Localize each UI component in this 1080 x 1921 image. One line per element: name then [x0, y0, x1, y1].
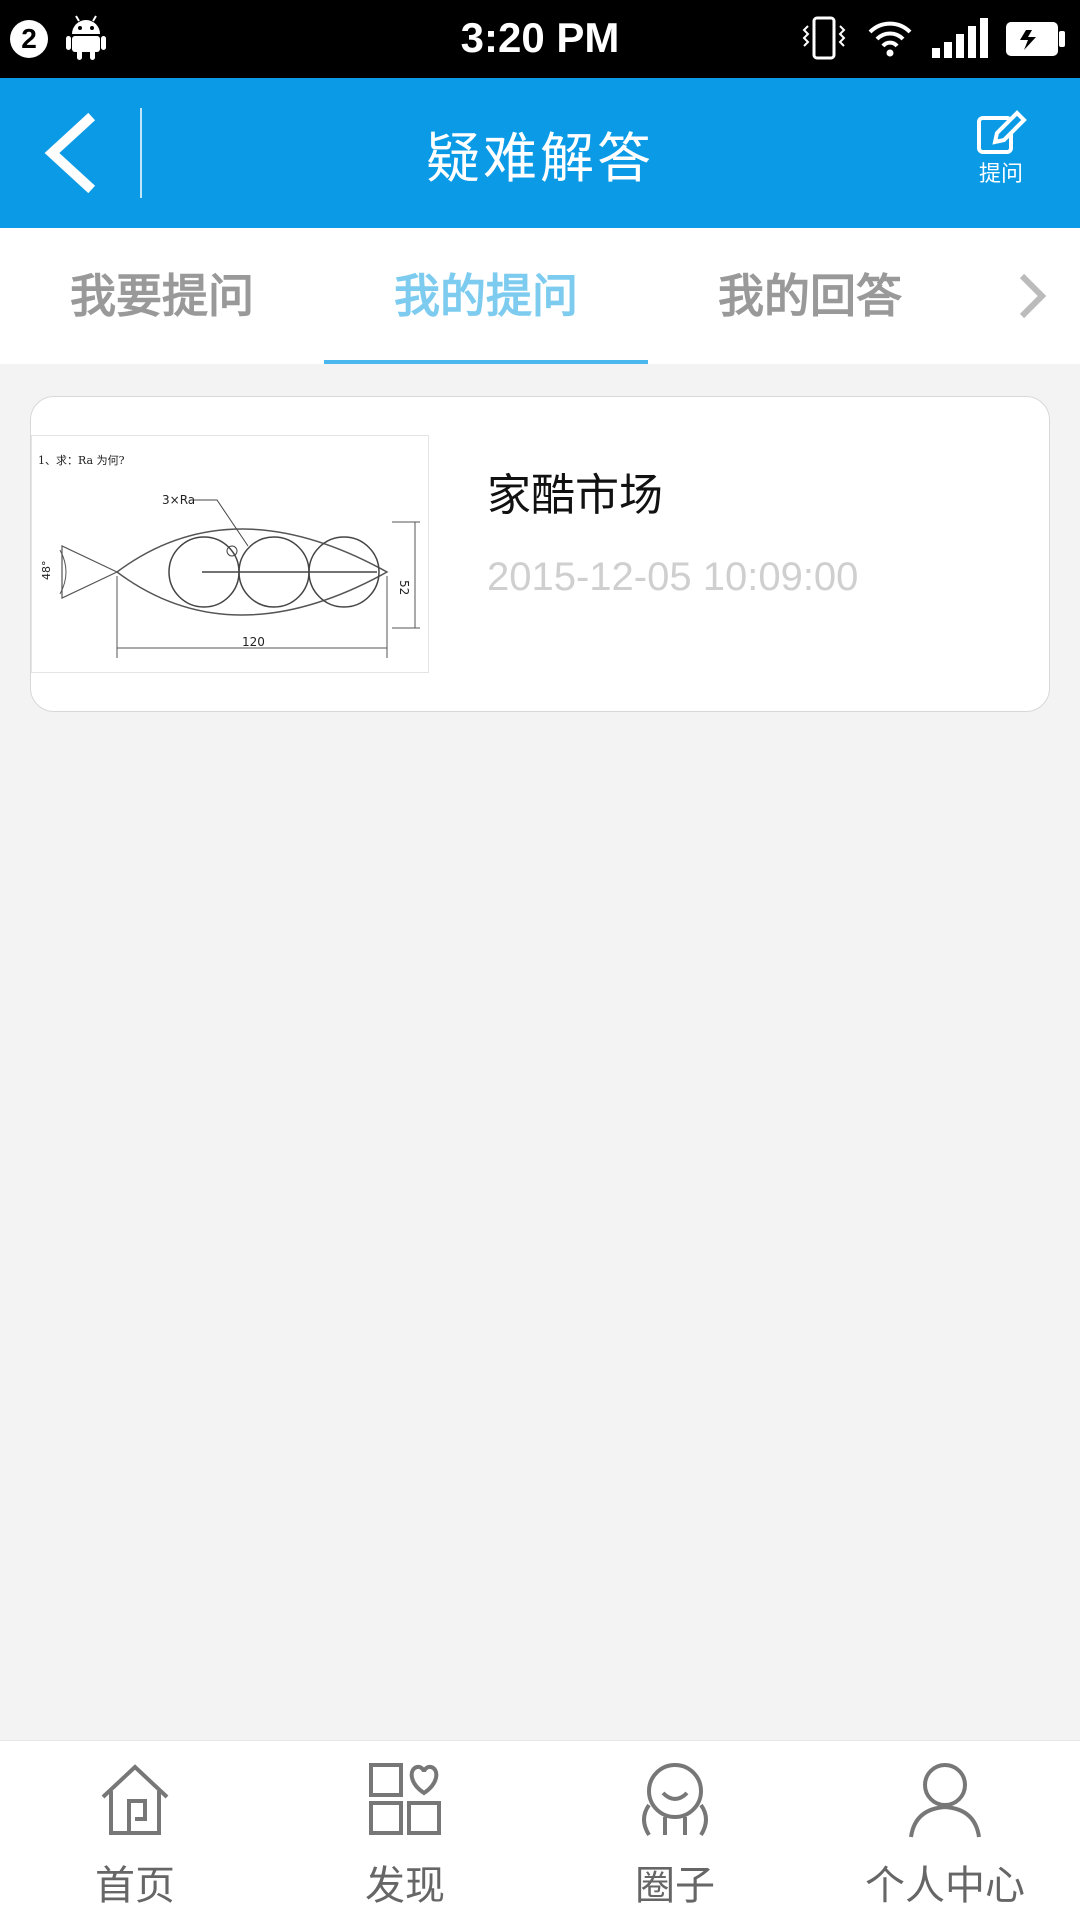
nav-profile[interactable]: 个人中心 [810, 1741, 1080, 1921]
wifi-icon [866, 16, 914, 64]
status-bar: 2 3:20 PM [0, 0, 1080, 78]
thumb-label-height: 52 [397, 580, 411, 595]
signal-icon [930, 18, 990, 62]
tab-bar: 我要提问 我的提问 我的回答 [0, 228, 1080, 364]
ask-label: 提问 [978, 162, 1023, 187]
tab-ask-question[interactable]: 我要提问 [0, 228, 324, 364]
nav-home[interactable]: 首页 [0, 1741, 270, 1921]
thumb-label-width: 120 [242, 635, 265, 649]
thumb-label-angle: 48° [40, 561, 53, 581]
question-thumbnail: 1、求：Ra 为何? 3×Ra 120 52 48° [31, 435, 429, 673]
nav-discover[interactable]: 发现 [270, 1741, 540, 1921]
edit-icon [977, 110, 1027, 154]
question-time: 2015-12-05 10:09:00 [487, 555, 859, 599]
nav-circle[interactable]: 圈子 [540, 1741, 810, 1921]
question-title: 家酷市场 [487, 470, 663, 521]
tab-my-answers[interactable]: 我的回答 [648, 228, 972, 364]
status-time: 3:20 PM [460, 14, 620, 61]
nav-profile-label: 个人中心 [865, 1863, 1025, 1909]
thumb-question-text: 1、求：Ra 为何? [38, 454, 125, 467]
page-title: 疑难解答 [426, 127, 654, 190]
thumb-label-radius: 3×Ra [162, 493, 195, 507]
active-tab-indicator [324, 360, 648, 364]
question-card[interactable]: 1、求：Ra 为何? 3×Ra 120 52 48° 家酷市场 2015-12-… [30, 396, 1050, 712]
battery-icon [1004, 20, 1066, 62]
vibrate-icon [800, 16, 848, 64]
home-icon [101, 1764, 169, 1835]
discover-icon [369, 1763, 441, 1835]
circle-icon [642, 1763, 708, 1837]
nav-discover-label: 发现 [365, 1863, 445, 1909]
ask-question-button[interactable]: 提问 [966, 108, 1036, 200]
bottom-nav: 首页 发现 圈子 个人中心 [0, 1740, 1080, 1921]
tab-my-questions[interactable]: 我的提问 [324, 228, 648, 364]
nav-home-label: 首页 [95, 1863, 175, 1909]
app-header: 疑难解答 提问 [0, 78, 1080, 228]
fish-diagram: 1、求：Ra 为何? 3×Ra 120 52 48° [38, 454, 420, 658]
nav-circle-label: 圈子 [635, 1863, 715, 1909]
chevron-right-icon[interactable] [1010, 268, 1050, 328]
person-icon [909, 1763, 981, 1838]
